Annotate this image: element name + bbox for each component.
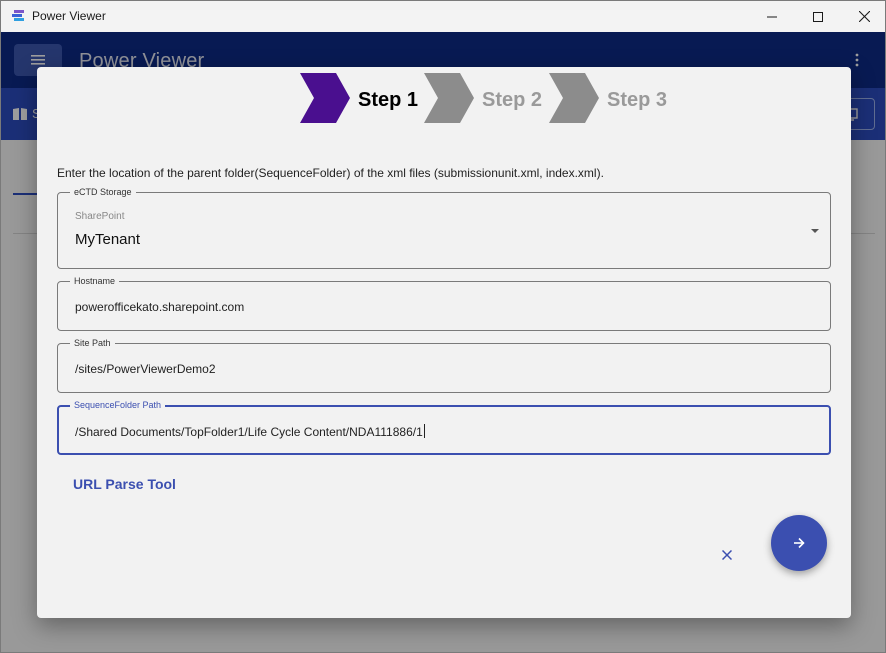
step-3-chevron bbox=[549, 73, 599, 123]
site-path-field[interactable]: Site Path /sites/PowerViewerDemo2 bbox=[57, 337, 831, 393]
storage-type-label: SharePoint bbox=[75, 211, 125, 222]
setup-dialog: Step 1 Step 2 Step 3 Enter the location … bbox=[37, 67, 851, 618]
ectd-storage-select[interactable]: eCTD Storage SharePoint MyTenant bbox=[57, 186, 831, 269]
dropdown-arrow-icon bbox=[811, 229, 819, 233]
minimize-icon bbox=[767, 16, 777, 17]
step-1-chevron bbox=[300, 73, 350, 123]
ectd-storage-legend: eCTD Storage bbox=[70, 186, 136, 198]
close-window-button[interactable] bbox=[841, 1, 885, 32]
sequence-folder-path-legend: SequenceFolder Path bbox=[70, 399, 166, 411]
sequence-folder-path-field[interactable]: SequenceFolder Path /Shared Documents/To… bbox=[57, 399, 831, 455]
maximize-button[interactable] bbox=[795, 1, 841, 32]
power-viewer-logo-icon bbox=[12, 10, 24, 21]
instruction-text: Enter the location of the parent folder(… bbox=[57, 166, 604, 180]
site-path-legend: Site Path bbox=[70, 337, 115, 349]
cancel-button[interactable] bbox=[717, 545, 737, 565]
minimize-button[interactable] bbox=[749, 1, 795, 32]
hostname-legend: Hostname bbox=[70, 275, 120, 287]
window-title: Power Viewer bbox=[32, 9, 106, 23]
cancel-x-icon bbox=[722, 550, 732, 560]
next-step-button[interactable] bbox=[771, 515, 827, 571]
site-path-value: /sites/PowerViewerDemo2 bbox=[75, 362, 216, 376]
close-icon bbox=[858, 11, 870, 22]
url-parse-tool-link[interactable]: URL Parse Tool bbox=[73, 476, 176, 492]
hostname-value: powerofficekato.sharepoint.com bbox=[75, 300, 245, 314]
app-window: Power Viewer Power Viewer Step 1 Step 2 … bbox=[0, 0, 886, 653]
sequence-folder-path-value: /Shared Documents/TopFolder1/Life Cycle … bbox=[75, 425, 423, 439]
title-bar[interactable]: Power Viewer bbox=[1, 1, 885, 32]
storage-selected-value: MyTenant bbox=[75, 231, 141, 248]
arrow-right-icon bbox=[794, 537, 805, 549]
sequence-folder-path-input[interactable]: /Shared Documents/TopFolder1/Life Cycle … bbox=[75, 424, 425, 439]
step-3-label: Step 3 bbox=[607, 89, 668, 111]
hostname-field[interactable]: Hostname powerofficekato.sharepoint.com bbox=[57, 275, 831, 331]
text-caret bbox=[423, 424, 425, 438]
step-2-chevron bbox=[424, 73, 474, 123]
step-1-label: Step 1 bbox=[358, 89, 419, 111]
maximize-icon bbox=[813, 11, 823, 22]
step-2-label: Step 2 bbox=[482, 89, 543, 111]
